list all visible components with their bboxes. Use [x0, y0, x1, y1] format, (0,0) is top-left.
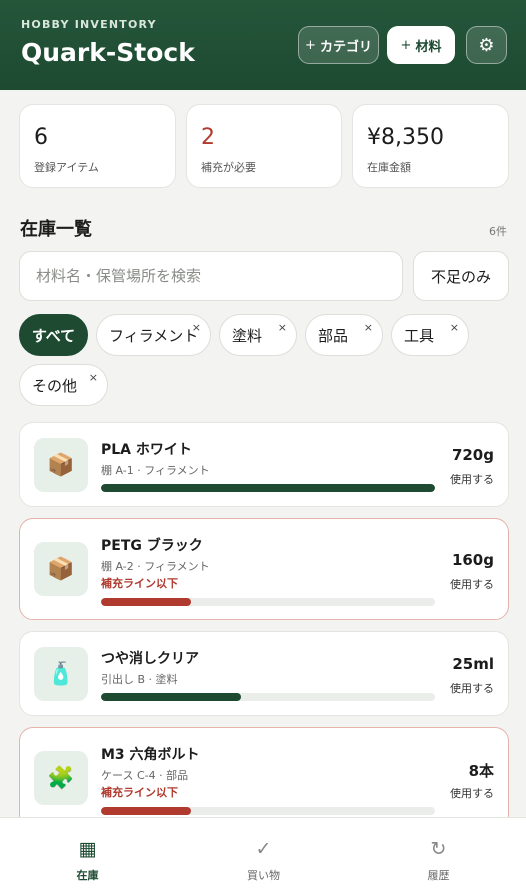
grid-icon: ▦ — [78, 838, 97, 860]
gear-icon: ⚙ — [478, 34, 495, 56]
item-location: 引出し B · 塗料 — [101, 673, 178, 686]
item-card[interactable]: 📦 PLA ホワイト 棚 A-1 · フィラメント 720g 使用する — [19, 422, 509, 507]
use-button[interactable]: 使用する — [450, 471, 494, 487]
checkmark-icon: ✓ — [255, 838, 272, 860]
nav-label: 在庫 — [76, 869, 99, 882]
plus-icon: + — [400, 37, 412, 53]
stock-level-bar — [101, 598, 435, 606]
remove-chip-icon[interactable]: × — [192, 321, 201, 334]
stat-card-value: ¥8,350 在庫金額 — [352, 104, 509, 188]
add-material-button[interactable]: + 材料 — [387, 26, 455, 64]
box-icon: 📦 — [34, 542, 88, 596]
chip-paint[interactable]: 塗料 × — [219, 314, 297, 356]
add-material-label: 材料 — [415, 39, 442, 55]
spray-bottle-icon: 🧴 — [34, 647, 88, 701]
remove-chip-icon[interactable]: × — [278, 321, 287, 334]
chip-parts[interactable]: 部品 × — [305, 314, 383, 356]
shortage-only-button[interactable]: 不足のみ — [413, 251, 509, 301]
chip-label: すべて — [31, 326, 76, 345]
stat-card-restock: 2 補充が必要 — [186, 104, 342, 188]
stat-value: 6 — [34, 125, 48, 150]
item-name: つや消しクリア — [101, 651, 199, 667]
nav-label: 履歴 — [427, 869, 450, 882]
app-kicker: HOBBY INVENTORY — [21, 18, 157, 31]
settings-button[interactable]: ⚙ — [466, 26, 507, 64]
use-button[interactable]: 使用する — [450, 680, 494, 696]
chip-label: 塗料 — [232, 326, 263, 345]
stat-value: ¥8,350 — [367, 125, 444, 150]
stock-level-fill — [101, 598, 192, 606]
remove-chip-icon[interactable]: × — [89, 371, 98, 384]
stock-level-bar — [101, 693, 435, 701]
nav-item-shopping[interactable]: ✓ 買い物 — [176, 818, 351, 895]
add-category-label: カテゴリ — [319, 39, 372, 55]
box-icon: 📦 — [34, 438, 88, 492]
item-name: PLA ホワイト — [101, 442, 192, 458]
plus-icon: + — [305, 37, 316, 53]
item-card[interactable]: 🧴 つや消しクリア 引出し B · 塗料 25ml 使用する — [19, 631, 509, 716]
stat-label: 補充が必要 — [201, 161, 256, 174]
item-quantity: 25ml — [452, 655, 494, 673]
item-location: 棚 A-1 · フィラメント — [101, 464, 210, 477]
item-name: PETG ブラック — [101, 538, 203, 554]
app-header: HOBBY INVENTORY Quark-Stock + カテゴリ + 材料 … — [0, 0, 526, 90]
item-quantity: 8本 — [468, 762, 494, 780]
chip-filament[interactable]: フィラメント × — [96, 314, 211, 356]
chip-label: 工具 — [404, 326, 435, 345]
item-quantity: 720g — [451, 446, 494, 464]
chip-all[interactable]: すべて — [19, 314, 88, 356]
item-location: 棚 A-2 · フィラメント — [101, 560, 210, 573]
stock-level-bar — [101, 484, 435, 492]
stat-label: 登録アイテム — [34, 161, 99, 174]
chip-label: フィラメント — [109, 326, 199, 345]
nav-item-inventory[interactable]: ▦ 在庫 — [0, 818, 175, 895]
inventory-title: 在庫一覧 — [20, 219, 92, 240]
remove-chip-icon[interactable]: × — [364, 321, 373, 334]
chip-other[interactable]: その他 × — [19, 364, 108, 406]
puzzle-piece-icon: 🧩 — [34, 751, 88, 805]
item-name: M3 六角ボルト — [101, 747, 200, 763]
restock-warning: 補充ライン以下 — [101, 577, 178, 590]
stock-level-bar — [101, 807, 435, 815]
nav-label: 買い物 — [247, 869, 280, 882]
app-title: Quark-Stock — [21, 38, 195, 67]
refresh-icon: ↻ — [430, 838, 447, 860]
stock-level-fill — [101, 484, 435, 492]
item-location: ケース C-4 · 部品 — [101, 769, 189, 782]
stat-value: 2 — [201, 125, 215, 150]
chip-tools[interactable]: 工具 × — [391, 314, 469, 356]
search-input[interactable] — [19, 251, 403, 301]
stock-level-fill — [101, 693, 242, 701]
chip-label: その他 — [32, 376, 78, 395]
bottom-nav: ▦ 在庫 ✓ 買い物 ↻ 履歴 — [0, 817, 526, 895]
inventory-count: 6件 — [489, 225, 507, 238]
restock-warning: 補充ライン以下 — [101, 786, 178, 799]
nav-item-history[interactable]: ↻ 履歴 — [351, 818, 526, 895]
remove-chip-icon[interactable]: × — [450, 321, 459, 334]
stat-card-registered: 6 登録アイテム — [19, 104, 176, 188]
use-button[interactable]: 使用する — [450, 576, 494, 592]
add-category-button[interactable]: + カテゴリ — [298, 26, 379, 64]
use-button[interactable]: 使用する — [450, 785, 494, 801]
item-card[interactable]: 📦 PETG ブラック 棚 A-2 · フィラメント 補充ライン以下 160g … — [19, 518, 509, 620]
item-card[interactable]: 🧩 M3 六角ボルト ケース C-4 · 部品 補充ライン以下 8本 使用する — [19, 727, 509, 829]
item-quantity: 160g — [451, 551, 494, 569]
stat-label: 在庫金額 — [367, 161, 411, 174]
chip-label: 部品 — [318, 326, 349, 345]
stock-level-fill — [101, 807, 192, 815]
